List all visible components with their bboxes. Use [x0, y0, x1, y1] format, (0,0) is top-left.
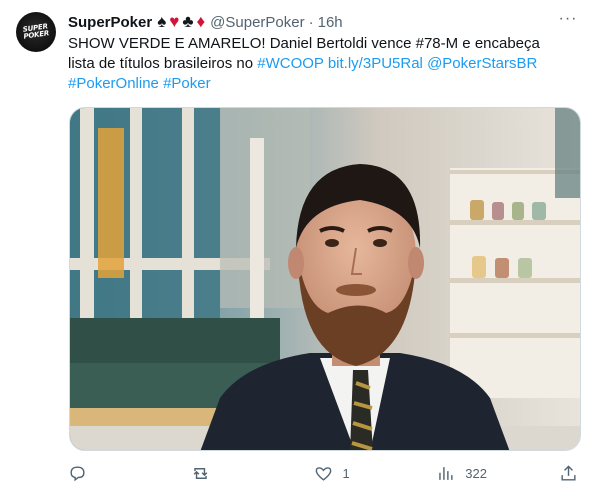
- more-options-icon[interactable]: ···: [558, 11, 578, 32]
- views-button[interactable]: 322: [436, 464, 556, 483]
- suit-emojis: ♠ ♥ ♣ ♦: [157, 12, 205, 32]
- hashtag-wcoop-link[interactable]: #WCOOP: [257, 55, 323, 72]
- tweet-timestamp[interactable]: 16h: [318, 14, 343, 31]
- photo-image: [70, 108, 580, 450]
- reply-button[interactable]: [68, 464, 188, 483]
- retweet-button[interactable]: [191, 464, 311, 483]
- like-count: 1: [342, 465, 350, 481]
- retweet-icon: [193, 467, 208, 479]
- spade-icon: ♠: [157, 12, 167, 31]
- mention-pokerstarsbr-link[interactable]: @PokerStarsBR: [427, 55, 537, 72]
- share-button[interactable]: [559, 464, 578, 483]
- tweet-actions: 1 322: [68, 460, 578, 486]
- tweet-body: SuperPoker ♠ ♥ ♣ ♦ @SuperPoker · 16h ···…: [68, 11, 578, 94]
- heart-icon: ♥: [169, 12, 180, 31]
- like-button[interactable]: 1: [314, 464, 434, 483]
- author-avatar[interactable]: SUPER POKER: [16, 12, 56, 52]
- hashtag-pokeronline-link[interactable]: #PokerOnline: [68, 75, 159, 92]
- hashtag-poker-link[interactable]: #Poker: [163, 75, 211, 92]
- diamond-icon: ♦: [196, 12, 206, 31]
- share-icon: [561, 464, 576, 481]
- tweet-text: SHOW VERDE E AMARELO! Daniel Bertoldi ve…: [68, 34, 568, 94]
- separator-dot: ·: [308, 13, 314, 31]
- club-icon: ♣: [182, 12, 194, 31]
- author-name[interactable]: SuperPoker: [68, 14, 152, 31]
- author-handle[interactable]: @SuperPoker: [210, 14, 304, 31]
- tweet-card[interactable]: SUPER POKER SuperPoker ♠ ♥ ♣ ♦ @SuperPoke…: [0, 0, 594, 497]
- avatar-logo: SUPER POKER: [22, 22, 50, 41]
- reply-icon: [70, 465, 85, 481]
- tweet-header: SuperPoker ♠ ♥ ♣ ♦ @SuperPoker · 16h ···: [68, 11, 578, 32]
- short-url-link[interactable]: bit.ly/3PU5Ral: [328, 55, 423, 72]
- views-count: 322: [465, 465, 487, 481]
- heart-outline-icon: [315, 466, 331, 481]
- tweet-photo[interactable]: [69, 107, 581, 451]
- views-chart-icon: [439, 466, 453, 480]
